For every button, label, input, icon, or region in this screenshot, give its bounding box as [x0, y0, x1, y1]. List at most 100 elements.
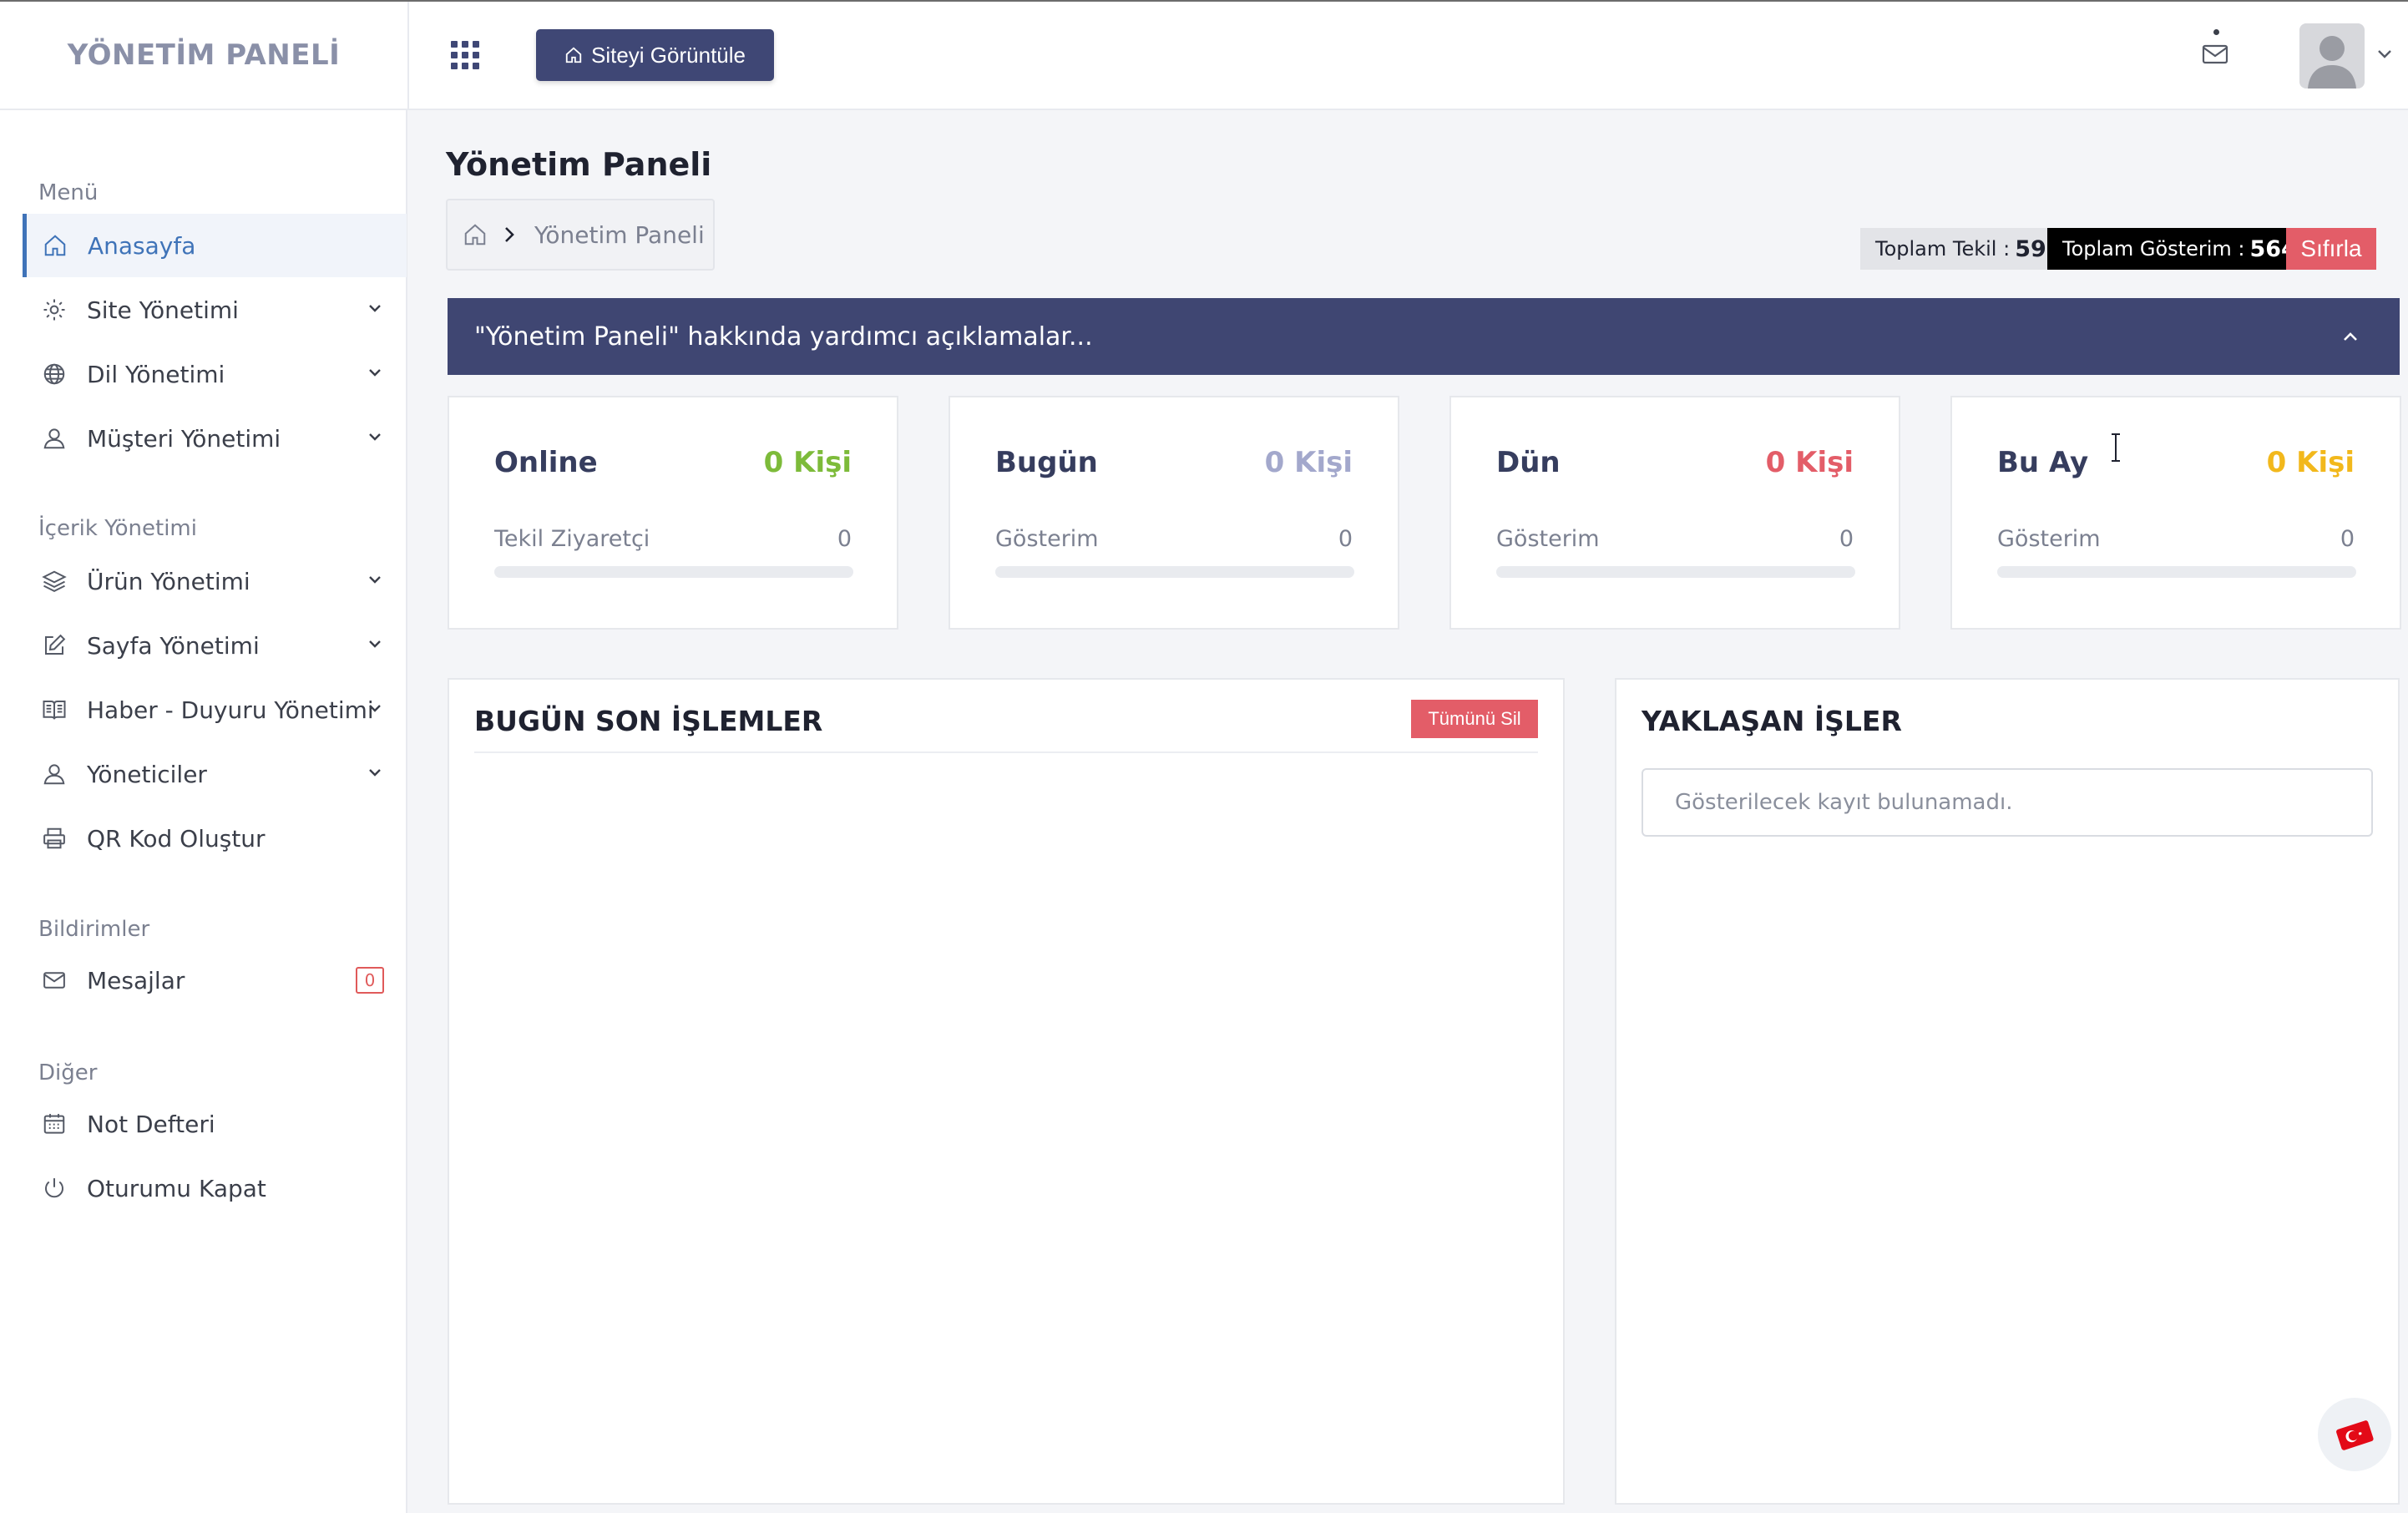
sidebar-item-customer[interactable]: Müşteri Yönetimi [23, 407, 407, 470]
stat-card-count: 0 [2340, 526, 2355, 552]
user-avatar[interactable] [2299, 23, 2365, 89]
chevron-down-icon [369, 705, 381, 712]
edit-icon [45, 634, 66, 655]
sidebar-item-label: Ürün Yönetimi [87, 567, 250, 595]
total-views-badge: Toplam Gösterim : 564 [2047, 228, 2312, 270]
top-header: YÖNETİM PANELİ Siteyi Görüntüle [0, 2, 2408, 110]
messages-count-badge: 0 [356, 967, 384, 994]
sidebar-item-logout[interactable]: Oturumu Kapat [23, 1156, 407, 1220]
language-switch-button[interactable] [2318, 1398, 2391, 1471]
mail-icon [43, 972, 65, 989]
stat-card-value: 0 Kişi [2266, 446, 2355, 479]
empty-state-message: Gösterilecek kayıt bulunamadı. [1642, 768, 2373, 837]
help-accordion[interactable]: "Yönetim Paneli" hakkında yardımcı açıkl… [448, 298, 2400, 375]
sidebar-item-label: Yöneticiler [87, 760, 207, 788]
sidebar-item-home[interactable]: Anasayfa [23, 214, 407, 277]
chevron-down-icon [369, 305, 381, 312]
sidebar-item-label: Mesajlar [87, 966, 185, 994]
sidebar-item-label: Oturumu Kapat [87, 1174, 266, 1202]
sidebar-item-label: Sayfa Yönetimi [87, 631, 260, 660]
recent-activity-panel: BUGÜN SON İŞLEMLER Tümünü Sil [448, 678, 1565, 1505]
stat-card-title: Online [494, 446, 598, 479]
printer-icon [43, 827, 65, 849]
brand-title: YÖNETİM PANELİ [67, 38, 341, 72]
sidebar-item-notes[interactable]: Not Defteri [23, 1092, 407, 1156]
delete-all-button[interactable]: Tümünü Sil [1411, 700, 1538, 738]
section-content: İçerik Yönetimi [38, 516, 197, 541]
stat-card-count: 0 [837, 526, 852, 552]
brand-logo[interactable]: YÖNETİM PANELİ [0, 2, 409, 109]
recent-activity-title: BUGÜN SON İŞLEMLER [474, 705, 823, 737]
sidebar-item-label: QR Kod Oluştur [87, 824, 266, 853]
sidebar-item-label: Haber - Duyuru Yönetimi [87, 696, 374, 724]
chevron-right-icon [505, 227, 514, 242]
stat-card-yesterday: Dün 0 Kişi Gösterim 0 [1449, 396, 1900, 630]
stat-card-label: Gösterim [1997, 526, 2101, 552]
view-site-label: Siteyi Görüntüle [591, 42, 746, 68]
sidebar-item-admins[interactable]: Yöneticiler [23, 742, 407, 806]
home-icon [565, 47, 582, 63]
stat-card-progress [995, 566, 1354, 578]
stat-card-this-month: Bu Ay 0 Kişi Gösterim 0 [1950, 396, 2401, 630]
stat-card-online: Online 0 Kişi Tekil Ziyaretçi 0 [448, 396, 898, 630]
notification-dot [2213, 29, 2219, 35]
breadcrumb: Yönetim Paneli [446, 199, 715, 271]
layers-icon [42, 570, 67, 592]
sidebar-item-page[interactable]: Sayfa Yönetimi [23, 614, 407, 677]
stat-card-count: 0 [1338, 526, 1353, 552]
upcoming-tasks-title: YAKLAŞAN İŞLER [1642, 705, 1902, 737]
stat-card-progress [494, 566, 853, 578]
stat-card-label: Tekil Ziyaretçi [494, 526, 650, 552]
chevron-down-icon [369, 769, 381, 777]
section-menu: Menü [38, 180, 99, 205]
mail-icon[interactable] [2201, 42, 2229, 67]
page-title: Yönetim Paneli [446, 146, 712, 183]
stat-card-label: Gösterim [995, 526, 1099, 552]
power-icon [45, 1178, 63, 1198]
reset-button[interactable]: Sıfırla [2286, 228, 2376, 270]
chevron-up-icon[interactable] [2341, 330, 2360, 343]
stat-card-label: Gösterim [1496, 526, 1600, 552]
globe-icon [43, 363, 65, 385]
text-cursor-icon [2112, 433, 2120, 462]
breadcrumb-current: Yönetim Paneli [534, 220, 705, 249]
sidebar-item-messages[interactable]: Mesajlar 0 [23, 949, 407, 1012]
sidebar-item-qr[interactable]: QR Kod Oluştur [23, 807, 407, 870]
panel-divider [474, 751, 1538, 753]
chevron-down-icon [369, 433, 381, 441]
help-text: "Yönetim Paneli" hakkında yardımcı açıkl… [474, 321, 1093, 352]
stat-card-value: 0 Kişi [1765, 446, 1854, 479]
sidebar-item-product[interactable]: Ürün Yönetimi [23, 549, 407, 613]
stat-card-title: Dün [1496, 446, 1561, 479]
calendar-icon [43, 1114, 65, 1134]
total-unique-badge: Toplam Tekil : 59 [1860, 228, 2061, 270]
sidebar-item-label: Not Defteri [87, 1110, 215, 1138]
total-views-label: Toplam Gösterim : [2062, 237, 2245, 261]
stat-card-progress [1496, 566, 1855, 578]
sidebar-item-site[interactable]: Site Yönetimi [23, 278, 407, 342]
view-site-button[interactable]: Siteyi Görüntüle [536, 29, 774, 81]
sidebar-item-language[interactable]: Dil Yönetimi [23, 342, 407, 406]
book-icon [43, 701, 66, 720]
stat-card-value: 0 Kişi [1264, 446, 1353, 479]
customer-icon [43, 428, 65, 449]
user-icon [43, 764, 65, 785]
turkish-flag-icon [2336, 1420, 2374, 1450]
apps-grid-icon[interactable] [451, 41, 479, 69]
sidebar-item-label: Dil Yönetimi [87, 360, 225, 388]
total-unique-value: 59 [2015, 235, 2046, 262]
chevron-down-icon [369, 576, 381, 584]
home-icon[interactable] [463, 222, 488, 247]
total-unique-label: Toplam Tekil : [1875, 237, 2011, 261]
stat-card-value: 0 Kişi [763, 446, 852, 479]
sidebar-item-news[interactable]: Haber - Duyuru Yönetimi [23, 678, 407, 741]
sidebar-item-label: Müşteri Yönetimi [87, 424, 281, 453]
sidebar: Menü Anasayfa Site Yönetimi Dil Yönetimi… [0, 110, 407, 1513]
chevron-down-icon[interactable] [2376, 48, 2393, 60]
section-notifications: Bildirimler [38, 917, 150, 942]
sidebar-item-label: Site Yönetimi [87, 296, 239, 324]
stat-card-title: Bu Ay [1997, 446, 2089, 479]
section-other: Diğer [38, 1060, 98, 1085]
stat-card-title: Bugün [995, 446, 1098, 479]
chevron-down-icon [369, 369, 381, 377]
